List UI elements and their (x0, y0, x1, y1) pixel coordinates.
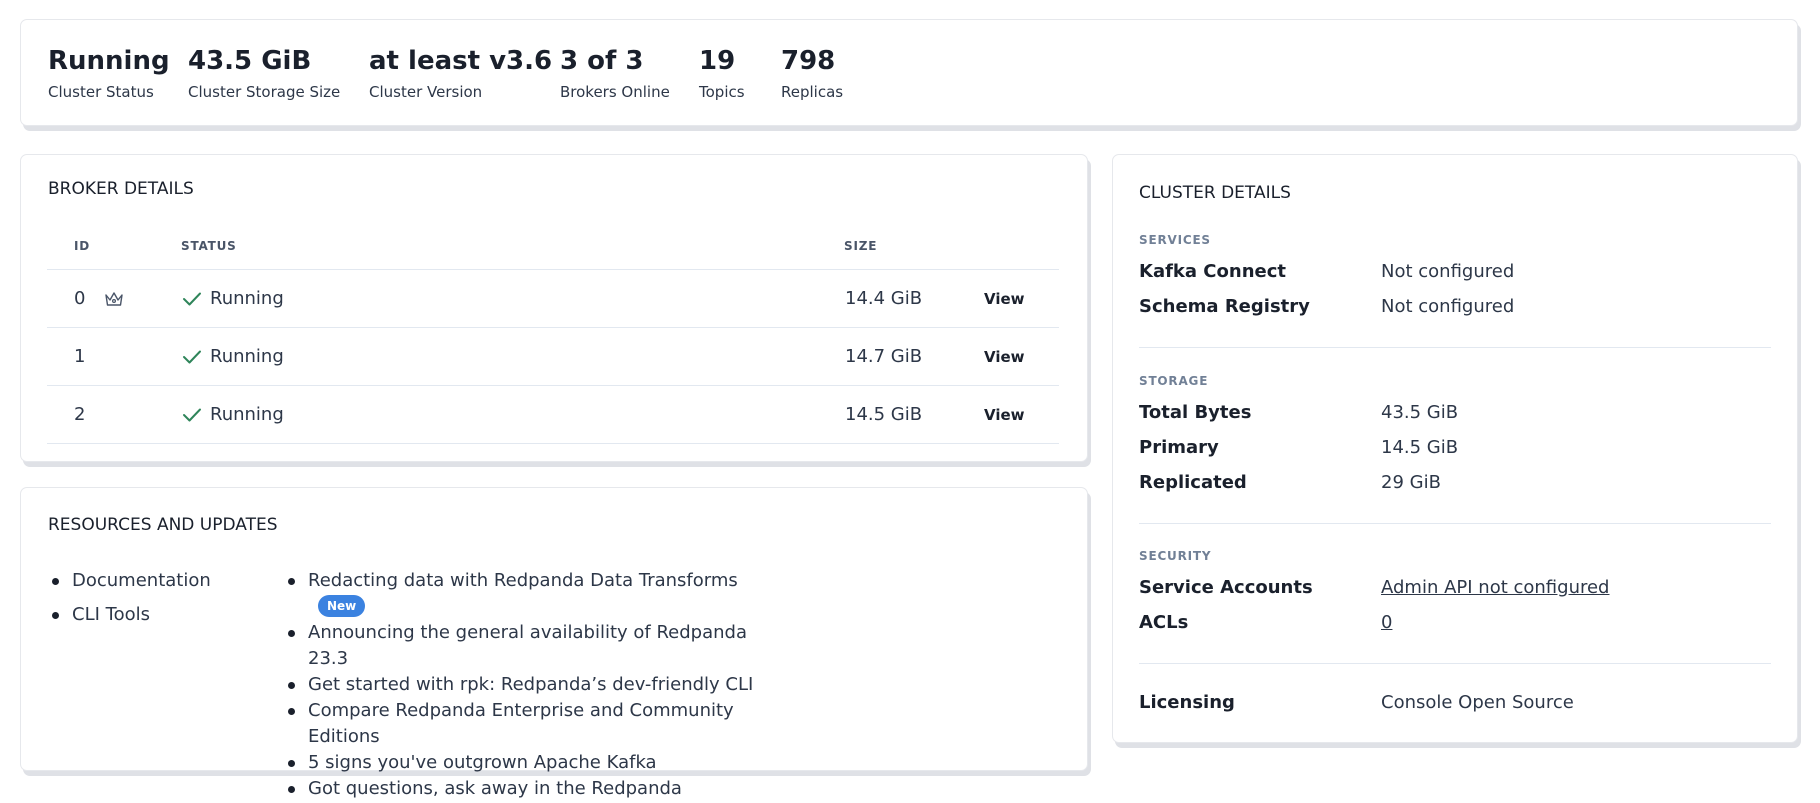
broker-size: 14.4 GiB (845, 288, 923, 309)
service-accounts-label: Service Accounts (1139, 577, 1313, 598)
stat-value: 3 of 3 (560, 46, 644, 76)
view-broker-link[interactable]: View (984, 348, 1025, 366)
broker-id: 0 (74, 288, 86, 309)
stat-cluster-storage-size: 43.5 GiB Cluster Storage Size (188, 46, 340, 101)
view-broker-button[interactable]: View (984, 270, 1025, 327)
total-bytes-label: Total Bytes (1139, 402, 1252, 423)
list-item[interactable]: Documentation (48, 564, 211, 598)
replicated-label: Replicated (1139, 472, 1247, 493)
check-icon (182, 291, 202, 307)
stat-cluster-version: at least v3.6 Cluster Version (369, 46, 552, 101)
news-link[interactable]: Redacting data with Redpanda Data Transf… (308, 570, 738, 591)
table-row: 2 Running 14.5 GiB View (21, 386, 1089, 443)
row-divider (47, 443, 1059, 444)
licensing-label: Licensing (1139, 692, 1235, 713)
kafka-connect-label: Kafka Connect (1139, 261, 1286, 282)
broker-status-label: Running (210, 288, 284, 309)
new-badge: New (318, 595, 366, 617)
broker-id: 1 (74, 346, 86, 367)
stat-value: 19 (699, 46, 736, 76)
stat-label: Cluster Storage Size (188, 83, 341, 101)
news-links-list: Redacting data with Redpanda Data Transf… (284, 568, 784, 803)
section-divider (1139, 347, 1771, 348)
view-broker-link[interactable]: View (984, 290, 1025, 308)
stat-cluster-status: Running Cluster Status (48, 46, 170, 101)
broker-status: Running (182, 270, 284, 327)
schema-registry-value: Not configured (1381, 296, 1515, 317)
broker-details-card: BROKER DETAILS ID STATUS SIZE 0 Running … (20, 154, 1088, 462)
broker-status: Running (182, 386, 284, 443)
view-broker-link[interactable]: View (984, 406, 1025, 424)
broker-size: 14.7 GiB (845, 346, 923, 367)
schema-registry-label: Schema Registry (1139, 296, 1310, 317)
stat-topics: 19 Topics (699, 46, 745, 101)
resources-and-updates-card: RESOURCES AND UPDATES Documentation CLI … (20, 487, 1088, 799)
list-item[interactable]: Redacting data with Redpanda Data Transf… (284, 568, 784, 620)
broker-status-label: Running (210, 404, 284, 425)
licensing-value: Console Open Source (1381, 692, 1574, 713)
news-link[interactable]: 5 signs you've outgrown Apache Kafka (308, 752, 657, 773)
primary-label: Primary (1139, 437, 1219, 458)
services-section-label: SERVICES (1139, 233, 1211, 247)
check-icon (182, 349, 202, 365)
stat-label: Topics (699, 83, 745, 101)
replicated-value: 29 GiB (1381, 472, 1441, 493)
stat-label: Cluster Version (369, 83, 483, 101)
table-row: 1 Running 14.7 GiB View (21, 328, 1089, 385)
column-header-size[interactable]: SIZE (844, 239, 877, 253)
security-section-label: SECURITY (1139, 549, 1212, 563)
stat-value: 798 (781, 46, 836, 76)
total-bytes-value: 43.5 GiB (1381, 402, 1459, 423)
cluster-stats-bar: Running Cluster Status 43.5 GiB Cluster … (20, 19, 1798, 126)
list-item[interactable]: 5 signs you've outgrown Apache Kafka (284, 750, 784, 776)
stat-replicas: 798 Replicas (781, 46, 843, 101)
news-link[interactable]: Got questions, ask away in the Redpanda … (308, 778, 682, 803)
list-item[interactable]: Announcing the general availability of R… (284, 620, 784, 672)
broker-size: 14.5 GiB (845, 404, 923, 425)
storage-section-label: STORAGE (1139, 374, 1209, 388)
primary-value: 14.5 GiB (1381, 437, 1459, 458)
cluster-details-card: CLUSTER DETAILS SERVICES Kafka Connect N… (1112, 154, 1798, 743)
stat-value: Running (48, 46, 170, 76)
stat-label: Replicas (781, 83, 844, 101)
documentation-link[interactable]: Documentation (72, 570, 211, 591)
column-header-status[interactable]: STATUS (181, 239, 237, 253)
news-link[interactable]: Compare Redpanda Enterprise and Communit… (308, 700, 734, 747)
list-item[interactable]: Compare Redpanda Enterprise and Communit… (284, 698, 784, 750)
view-broker-button[interactable]: View (984, 328, 1025, 385)
service-accounts-link[interactable]: Admin API not configured (1381, 577, 1609, 598)
crown-icon (104, 270, 124, 327)
list-item[interactable]: CLI Tools (48, 598, 211, 632)
stat-brokers-online: 3 of 3 Brokers Online (560, 46, 670, 101)
resources-title: RESOURCES AND UPDATES (48, 515, 278, 535)
docs-links-list: Documentation CLI Tools (48, 564, 211, 632)
broker-details-title: BROKER DETAILS (48, 179, 194, 199)
broker-id: 2 (74, 404, 86, 425)
broker-status-label: Running (210, 346, 284, 367)
column-header-id[interactable]: ID (74, 239, 90, 253)
check-icon (182, 407, 202, 423)
list-item[interactable]: Got questions, ask away in the Redpanda … (284, 776, 784, 803)
section-divider (1139, 663, 1771, 664)
acls-link[interactable]: 0 (1381, 612, 1392, 633)
broker-status: Running (182, 328, 284, 385)
cluster-details-title: CLUSTER DETAILS (1139, 183, 1291, 203)
view-broker-button[interactable]: View (984, 386, 1025, 443)
stat-value: at least v3.6 (369, 46, 553, 76)
table-row: 0 Running 14.4 GiB View (21, 270, 1089, 327)
stat-value: 43.5 GiB (188, 46, 312, 76)
news-link[interactable]: Announcing the general availability of R… (308, 622, 747, 669)
acls-label: ACLs (1139, 612, 1189, 633)
list-item[interactable]: Get started with rpk: Redpanda’s dev-fri… (284, 672, 784, 698)
stat-label: Brokers Online (560, 83, 670, 101)
stat-label: Cluster Status (48, 83, 154, 101)
news-link[interactable]: Get started with rpk: Redpanda’s dev-fri… (308, 674, 753, 695)
kafka-connect-value: Not configured (1381, 261, 1515, 282)
cli-tools-link[interactable]: CLI Tools (72, 604, 150, 625)
section-divider (1139, 523, 1771, 524)
